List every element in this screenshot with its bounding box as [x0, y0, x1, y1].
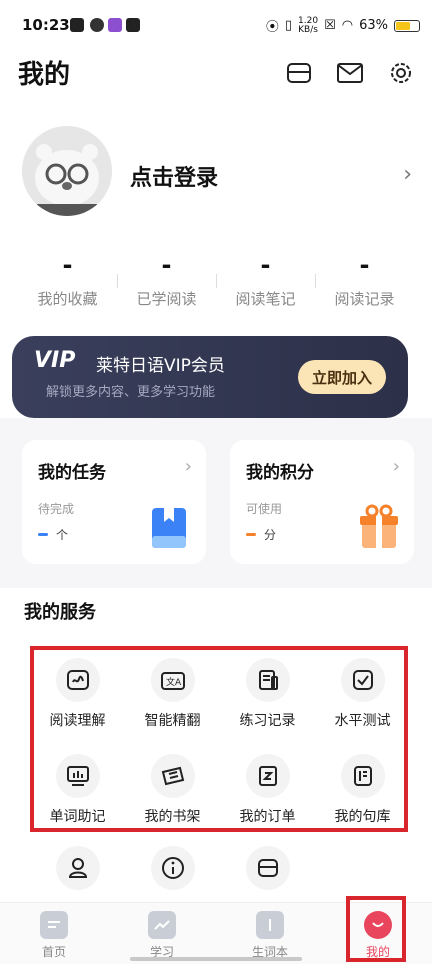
card-title: 我的积分 [246, 463, 314, 483]
status-time: 10:23 [22, 16, 70, 34]
dash-icon [246, 533, 256, 536]
settings-icon[interactable] [386, 58, 416, 88]
home-indicator [130, 957, 302, 961]
card-unit: 个 [56, 528, 69, 542]
services-title: 我的服务 [24, 602, 96, 623]
card-unit: 分 [264, 528, 277, 542]
net-speed: 1.20 KB/s [298, 16, 318, 35]
vibrate-icon: ▯ [284, 18, 293, 33]
highlight-box [346, 896, 406, 962]
tasks-card[interactable]: 我的任务 › 待完成 个 [22, 440, 206, 564]
status-bar: 10:23 ⦿ ▯ 1.20 KB/s ☒ ◠ 63% [0, 0, 432, 50]
login-link[interactable]: 点击登录 [130, 160, 218, 192]
stat-value: - [62, 251, 73, 279]
stat-label: 阅读笔记 [235, 290, 296, 308]
wifi-icon: ◠ [341, 18, 354, 33]
page-title: 我的 [18, 60, 71, 90]
stat-label: 我的收藏 [37, 290, 98, 308]
vip-title: 莱特日语VIP会员 [96, 356, 225, 376]
storage-icon [245, 846, 290, 890]
join-vip-button[interactable]: 立即加入 [298, 360, 386, 394]
card-value: 个 [38, 526, 68, 543]
inbox-icon[interactable] [284, 58, 314, 88]
book-icon [152, 508, 186, 548]
home-icon [40, 911, 68, 939]
sim-icon: ☒ [324, 18, 336, 33]
dash-icon [38, 533, 48, 536]
gift-icon [360, 504, 398, 548]
card-title: 我的任务 [38, 463, 106, 483]
stat-label: 已学阅读 [136, 290, 197, 308]
tab-label: 首页 [41, 945, 66, 959]
battery-percent: 63% [359, 18, 388, 33]
stat-read[interactable]: - 已学阅读 [117, 252, 216, 316]
notebook-icon [256, 911, 284, 939]
card-subtitle: 可使用 [246, 502, 283, 516]
chevron-right-icon[interactable]: › [403, 162, 412, 187]
tab-vocabulary[interactable]: 生词本 [216, 903, 324, 964]
chevron-right-icon: › [184, 456, 192, 477]
stat-label: 阅读记录 [334, 290, 395, 308]
info-icon [150, 846, 195, 890]
card-subtitle: 待完成 [38, 502, 75, 516]
message-icon [126, 18, 140, 32]
stat-value: - [260, 251, 271, 279]
battery-icon [394, 19, 420, 32]
avatar[interactable] [22, 126, 112, 216]
points-card[interactable]: 我的积分 › 可使用 分 [230, 440, 414, 564]
tab-study[interactable]: 学习 [108, 903, 216, 964]
vip-logo: VIP [34, 348, 76, 373]
link-icon [90, 18, 104, 32]
stat-value: - [359, 251, 370, 279]
stat-value: - [161, 251, 172, 279]
service-account[interactable] [30, 846, 125, 890]
stat-notes[interactable]: - 阅读笔记 [216, 252, 315, 316]
status-right: ⦿ ▯ 1.20 KB/s ☒ ◠ 63% [266, 16, 420, 35]
app-icon [108, 18, 122, 32]
highlight-box [30, 646, 408, 832]
notification-icon [70, 18, 84, 32]
study-icon [148, 911, 176, 939]
location-icon: ⦿ [265, 20, 279, 35]
vip-subtitle: 解锁更多内容、更多学习功能 [46, 385, 216, 400]
card-value: 分 [246, 526, 276, 543]
service-storage[interactable] [220, 846, 315, 890]
tab-home[interactable]: 首页 [0, 903, 108, 964]
user-icon [55, 846, 100, 890]
mail-icon[interactable] [335, 58, 365, 88]
stat-favorites[interactable]: - 我的收藏 [18, 252, 117, 316]
chevron-right-icon: › [392, 456, 400, 477]
service-about[interactable] [125, 846, 220, 890]
stats-row: - 我的收藏 - 已学阅读 - 阅读笔记 - 阅读记录 [18, 252, 414, 316]
net-speed-unit: KB/s [298, 24, 318, 35]
stat-history[interactable]: - 阅读记录 [315, 252, 414, 316]
